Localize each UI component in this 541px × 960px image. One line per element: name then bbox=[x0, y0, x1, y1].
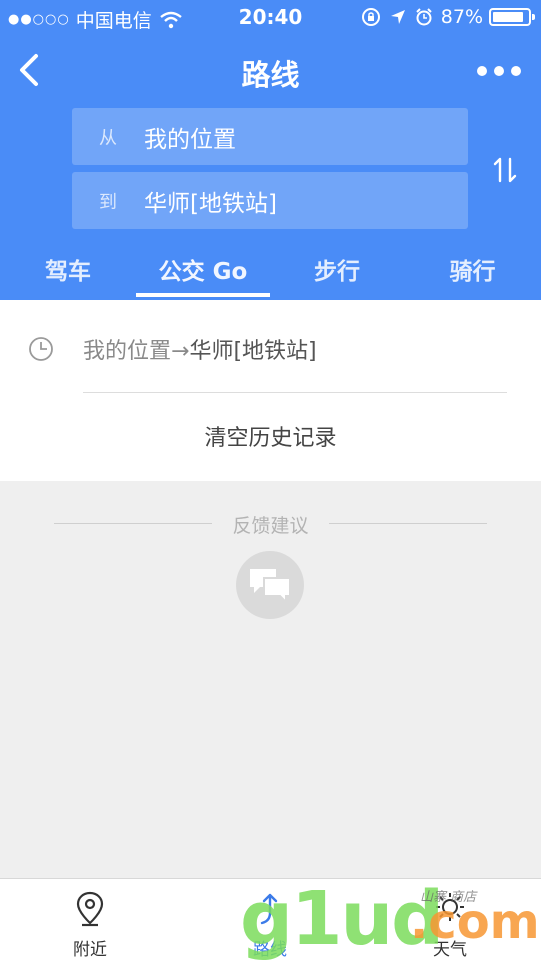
origin-value: 我的位置 bbox=[144, 126, 236, 153]
active-tab-indicator bbox=[136, 293, 270, 297]
tabbar-item-nearby[interactable]: 附近 bbox=[30, 879, 150, 960]
tab-bike[interactable]: 骑行 bbox=[404, 252, 541, 286]
clear-history-button[interactable]: 清空历史记录 bbox=[0, 420, 541, 452]
battery-tip bbox=[532, 14, 535, 20]
clock-icon bbox=[29, 337, 53, 361]
more-dot-icon bbox=[511, 66, 521, 76]
page-title: 路线 bbox=[241, 58, 300, 92]
feedback-title: 反馈建议 bbox=[232, 515, 309, 537]
tabbar-label-route: 路线 bbox=[253, 940, 287, 960]
feedback-button[interactable] bbox=[236, 551, 304, 619]
alarm-icon bbox=[416, 8, 432, 26]
swap-route-button[interactable] bbox=[492, 155, 518, 185]
status-right: 87% bbox=[361, 6, 535, 28]
chat-bubbles-icon bbox=[250, 569, 291, 604]
tabbar-label-weather: 天气 bbox=[433, 940, 467, 960]
history-destination: 华师[地铁站] bbox=[189, 339, 317, 364]
location-pin-icon bbox=[76, 891, 104, 927]
more-dot-icon bbox=[477, 66, 487, 76]
bottom-tab-bar: 附近 路线 天气 bbox=[0, 878, 541, 960]
tabbar-item-weather[interactable]: 天气 bbox=[390, 879, 510, 960]
swap-arrows-icon bbox=[493, 157, 517, 183]
route-history: 我的位置→华师[地铁站] 清空历史记录 bbox=[0, 300, 541, 481]
battery-fill bbox=[493, 12, 523, 22]
rotation-lock-icon bbox=[361, 8, 380, 26]
history-origin: 我的位置→ bbox=[83, 339, 190, 364]
travel-mode-tabs: 驾车 公交 Go 步行 骑行 bbox=[0, 240, 541, 300]
battery-icon bbox=[489, 8, 535, 26]
battery-percent: 87% bbox=[440, 6, 483, 28]
origin-input[interactable]: 从 我的位置 bbox=[72, 108, 468, 165]
tabbar-item-route[interactable]: 路线 bbox=[210, 879, 330, 960]
header: ●●○○○ 中国电信 20:40 87% 路线 从 我的位置 到 华师[地铁站]… bbox=[0, 0, 541, 300]
tab-walk[interactable]: 步行 bbox=[270, 252, 404, 286]
sun-icon bbox=[436, 893, 464, 921]
status-bar: ●●○○○ 中国电信 20:40 87% bbox=[0, 0, 541, 36]
divider bbox=[329, 523, 487, 524]
location-arrow-icon bbox=[390, 10, 405, 24]
tab-drive[interactable]: 驾车 bbox=[0, 252, 136, 286]
more-options-button[interactable] bbox=[477, 60, 521, 82]
origin-label: 从 bbox=[99, 127, 117, 149]
feedback-section: 反馈建议 bbox=[0, 505, 541, 545]
destination-value: 华师[地铁站] bbox=[144, 190, 277, 217]
history-item[interactable]: 我的位置→华师[地铁站] bbox=[83, 333, 317, 365]
more-dot-icon bbox=[494, 66, 504, 76]
divider bbox=[83, 392, 507, 393]
tabbar-label-nearby: 附近 bbox=[73, 940, 107, 960]
tab-transit[interactable]: 公交 Go bbox=[136, 252, 270, 286]
destination-input[interactable]: 到 华师[地铁站] bbox=[72, 172, 468, 229]
destination-label: 到 bbox=[99, 191, 117, 213]
route-icon bbox=[260, 893, 278, 925]
